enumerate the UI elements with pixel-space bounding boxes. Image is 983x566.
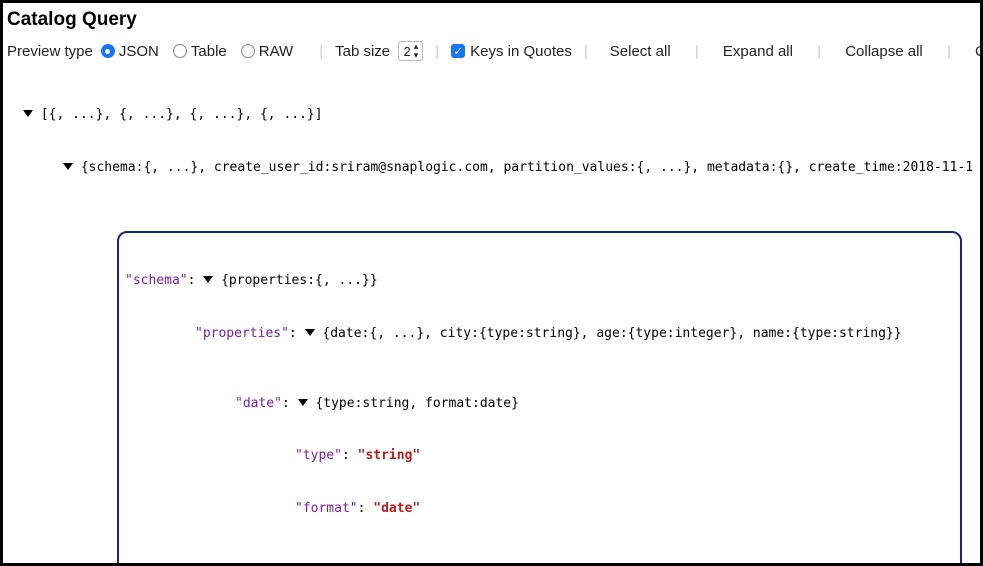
divider: |: [584, 43, 588, 60]
radio-label: Table: [191, 43, 227, 60]
check-icon: ✓: [451, 44, 465, 58]
triangle-down-icon: [305, 329, 315, 336]
divider: |: [695, 43, 699, 60]
expand-all-action[interactable]: Expand all: [723, 43, 793, 60]
json-key-schema[interactable]: "schema": {properties:{, ...}}: [125, 272, 954, 290]
radio-dot-icon: [173, 44, 187, 58]
triangle-down-icon: [203, 276, 213, 283]
toolbar-actions: Select all | Expand all | Collapse all |…: [600, 43, 983, 60]
toolbar: Preview type JSON Table RAW | Tab size 2…: [7, 41, 976, 61]
schema-highlight-box: "schema": {properties:{, ...}} "properti…: [117, 231, 962, 566]
page-title: Catalog Query: [7, 9, 976, 31]
collapse-all-action[interactable]: Collapse all: [845, 43, 923, 60]
json-array-header[interactable]: [{, ...}, {, ...}, {, ...}, {, ...}]: [7, 106, 976, 124]
divider: |: [947, 43, 951, 60]
keys-in-quotes-checkbox[interactable]: ✓ Keys in Quotes: [451, 43, 572, 60]
preview-radio-json[interactable]: JSON: [101, 43, 159, 60]
tab-size-value: 2: [403, 44, 410, 59]
tab-size-select[interactable]: 2 ▴▾: [398, 41, 423, 61]
triangle-down-icon: [63, 163, 73, 170]
divider: |: [319, 43, 323, 60]
radio-dot-icon: [101, 44, 115, 58]
stepper-icon: ▴▾: [414, 42, 419, 60]
divider: |: [817, 43, 821, 60]
divider: |: [435, 43, 439, 60]
radio-dot-icon: [241, 44, 255, 58]
radio-label: JSON: [119, 43, 159, 60]
preview-radio-table[interactable]: Table: [173, 43, 227, 60]
checkbox-label: Keys in Quotes: [470, 43, 572, 60]
json-object-header[interactable]: {schema:{, ...}, create_user_id:sriram@s…: [7, 159, 976, 177]
json-key-date[interactable]: "date": {type:string, format:date}: [125, 395, 954, 413]
json-key-properties[interactable]: "properties": {date:{, ...}, city:{type:…: [125, 325, 954, 343]
tab-size-label: Tab size: [335, 43, 390, 60]
json-viewer: [{, ...}, {, ...}, {, ...}, {, ...}] {sc…: [7, 71, 976, 566]
json-kv: "format": "date": [125, 500, 954, 518]
preview-type-label: Preview type: [7, 43, 93, 60]
select-all-action[interactable]: Select all: [610, 43, 671, 60]
json-kv: "type": "string": [125, 447, 954, 465]
triangle-down-icon: [23, 110, 33, 117]
preview-radio-raw[interactable]: RAW: [241, 43, 293, 60]
collapse-action-truncated[interactable]: Collapse: [975, 43, 983, 60]
radio-label: RAW: [259, 43, 293, 60]
triangle-down-icon: [298, 399, 308, 406]
